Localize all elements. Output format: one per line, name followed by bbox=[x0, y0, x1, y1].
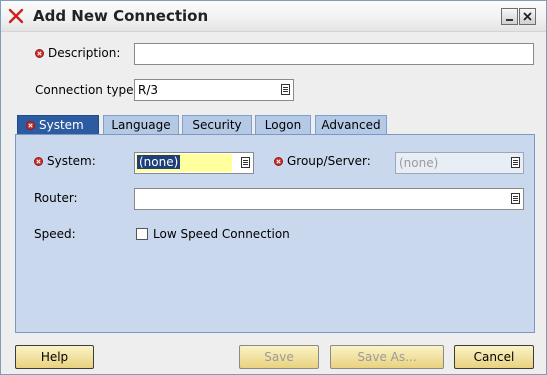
description-label: Description: bbox=[48, 46, 121, 60]
system-value: (none) bbox=[137, 155, 181, 169]
tab-bar: System Language Security Logon Advanced bbox=[16, 115, 536, 135]
dialog-window: Add New Connection Description: Connecti… bbox=[0, 0, 547, 375]
required-icon bbox=[274, 157, 283, 166]
save-button[interactable]: Save bbox=[239, 345, 319, 369]
tab-language[interactable]: Language bbox=[103, 115, 179, 135]
dropdown-icon[interactable] bbox=[241, 157, 250, 168]
save-as-button[interactable]: Save As... bbox=[330, 345, 444, 369]
system-combo[interactable]: (none) bbox=[134, 152, 254, 174]
system-tab-panel: System: (none) Group/Server: (none) Rout… bbox=[15, 134, 535, 333]
description-input[interactable] bbox=[134, 43, 534, 65]
tab-logon-label: Logon bbox=[264, 118, 302, 132]
minimize-icon bbox=[506, 19, 513, 21]
tab-advanced[interactable]: Advanced bbox=[315, 115, 387, 135]
help-button[interactable]: Help bbox=[15, 345, 94, 369]
dropdown-icon[interactable] bbox=[511, 157, 520, 168]
minimize-button[interactable] bbox=[501, 8, 518, 25]
group-server-value: (none) bbox=[399, 156, 439, 170]
dropdown-icon[interactable] bbox=[281, 84, 290, 95]
router-combo[interactable] bbox=[134, 188, 524, 210]
tab-security-label: Security bbox=[192, 118, 242, 132]
tab-language-label: Language bbox=[111, 118, 171, 132]
low-speed-label[interactable]: Low Speed Connection bbox=[153, 227, 290, 241]
required-icon bbox=[35, 49, 44, 58]
group-server-label: Group/Server: bbox=[287, 154, 371, 168]
connection-type-label: Connection type: bbox=[35, 83, 138, 97]
low-speed-checkbox[interactable] bbox=[136, 228, 148, 240]
window-title: Add New Connection bbox=[33, 7, 209, 25]
required-icon bbox=[26, 121, 35, 130]
tab-advanced-label: Advanced bbox=[321, 118, 381, 132]
dropdown-icon[interactable] bbox=[511, 193, 520, 204]
required-icon bbox=[34, 157, 43, 166]
close-button[interactable] bbox=[519, 8, 536, 25]
tab-system-label: System bbox=[39, 118, 84, 132]
system-label: System: bbox=[47, 154, 96, 168]
connection-type-combo[interactable]: R/3 bbox=[134, 79, 294, 101]
cancel-button[interactable]: Cancel bbox=[454, 345, 534, 369]
close-icon bbox=[523, 12, 532, 21]
connection-type-value: R/3 bbox=[138, 83, 159, 97]
group-server-combo[interactable]: (none) bbox=[395, 152, 524, 174]
tab-logon[interactable]: Logon bbox=[255, 115, 311, 135]
tab-system[interactable]: System bbox=[17, 115, 99, 135]
title-bar[interactable]: Add New Connection bbox=[1, 1, 546, 32]
speed-label: Speed: bbox=[34, 227, 76, 241]
router-label: Router: bbox=[34, 191, 78, 205]
tab-security[interactable]: Security bbox=[182, 115, 252, 135]
app-x-icon bbox=[8, 8, 24, 24]
